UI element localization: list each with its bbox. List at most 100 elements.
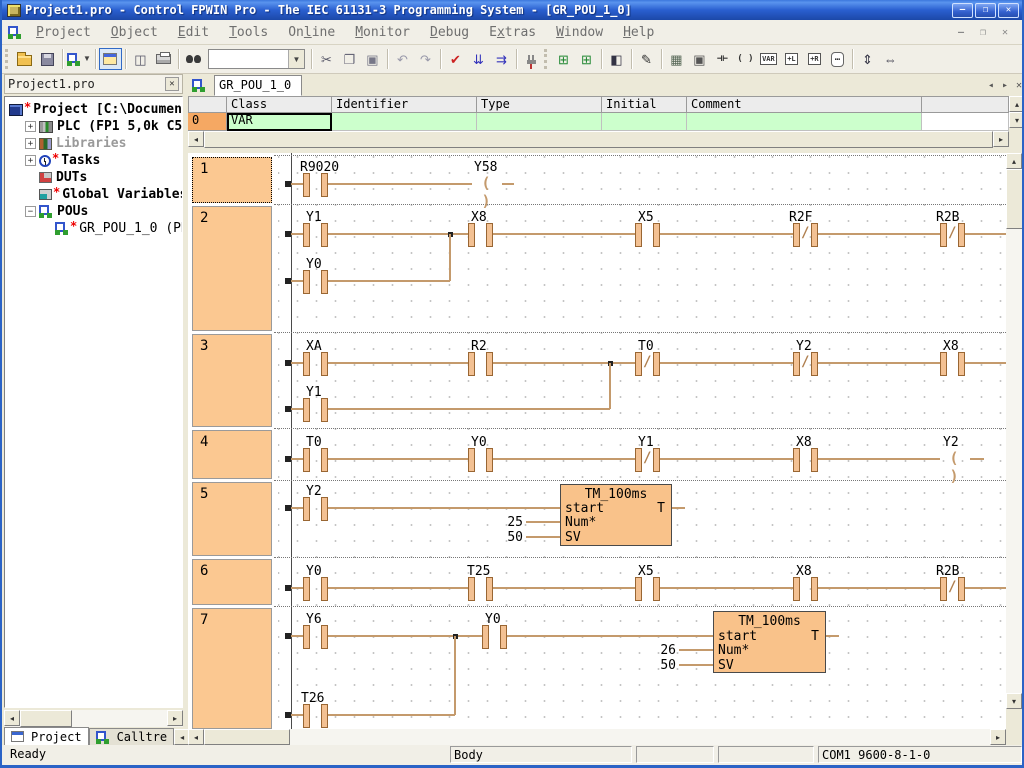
project-panel-close-button[interactable]: ✕	[165, 77, 179, 91]
ladder-hscrollbar[interactable]: ◂ ▸	[188, 729, 1006, 745]
contact[interactable]	[635, 577, 660, 599]
network-block-button[interactable]: ◧	[605, 48, 628, 70]
grid-cell-identifier[interactable]	[332, 113, 477, 131]
save-project-button[interactable]	[36, 48, 59, 70]
contact[interactable]	[303, 448, 328, 470]
contact[interactable]	[303, 497, 328, 519]
doc-next-button[interactable]: ▸	[1002, 80, 1008, 91]
contact[interactable]	[303, 223, 328, 245]
combo-dropdown-icon[interactable]: ▼	[288, 50, 304, 68]
grid-cell-comment[interactable]	[687, 113, 922, 131]
menu-tools[interactable]: Tools	[219, 22, 278, 43]
input-value[interactable]: 26	[644, 643, 676, 658]
tree-item-plc-fp1-5-0k-c56[interactable]: +PLC (FP1 5,0k C56,	[5, 118, 182, 135]
dropdown-caret-icon[interactable]: ▼	[83, 55, 91, 63]
scroll-up-button[interactable]: ▴	[1006, 153, 1022, 169]
scroll-left-button[interactable]: ◂	[188, 131, 204, 147]
menu-help[interactable]: Help	[613, 22, 664, 43]
print-button[interactable]	[152, 48, 175, 70]
ladder-vscrollbar[interactable]: ▴ ▾	[1006, 153, 1024, 729]
expand-toggle[interactable]: −	[25, 206, 36, 217]
contact[interactable]	[940, 352, 965, 374]
vertical-space-button[interactable]: ⇕	[856, 48, 879, 70]
scroll-thumb[interactable]	[1006, 169, 1024, 229]
scroll-thumb[interactable]	[204, 131, 993, 148]
tree-item-pous[interactable]: −POUs	[5, 203, 182, 220]
expand-toggle[interactable]: +	[25, 121, 36, 132]
print-preview-button[interactable]: ◫	[129, 48, 152, 70]
coil[interactable]: ( )	[472, 174, 502, 194]
contact[interactable]	[635, 223, 660, 245]
find-combobox[interactable]: ▼	[208, 49, 305, 69]
contact[interactable]	[793, 577, 818, 599]
grid-cell-type[interactable]	[477, 113, 602, 131]
child-restore-button[interactable]: ❐	[976, 27, 990, 38]
operand-label[interactable]: Y2	[943, 435, 959, 450]
rung-4-header[interactable]: 4	[192, 430, 272, 479]
insert-contact-button[interactable]: ⊣⊢	[711, 48, 734, 70]
input-value[interactable]: 50	[644, 658, 676, 673]
contact[interactable]	[303, 173, 328, 195]
grid-cell-initial[interactable]	[602, 113, 687, 131]
grid-cell-class[interactable]: VAR	[227, 113, 332, 131]
minimize-button[interactable]: —	[952, 3, 973, 18]
horizontal-space-button[interactable]: ⇔	[879, 48, 902, 70]
rung-3-header[interactable]: 3	[192, 334, 272, 427]
negated-contact[interactable]: /	[793, 223, 818, 245]
edit-mode-button[interactable]: ✎	[635, 48, 658, 70]
tree-item-global-variables[interactable]: *Global Variables	[5, 186, 182, 203]
contact[interactable]	[468, 448, 493, 470]
insert-network-after-button[interactable]: ⊞	[575, 48, 598, 70]
function-block-button[interactable]: ▣	[688, 48, 711, 70]
menu-object[interactable]: Object	[101, 22, 168, 43]
online-mode-button[interactable]	[520, 48, 543, 70]
menu-extras[interactable]: Extras	[479, 22, 546, 43]
close-button[interactable]: ✕	[998, 3, 1019, 18]
tree-item-project-c-documents[interactable]: *Project [C:\Documents	[5, 101, 182, 118]
tree-item-libraries[interactable]: +Libraries	[5, 135, 182, 152]
menu-project[interactable]: Project	[26, 22, 101, 43]
menu-online[interactable]: Online	[278, 22, 345, 43]
contact[interactable]	[482, 625, 507, 647]
scroll-left-button[interactable]: ◂	[4, 710, 20, 726]
negated-contact[interactable]: /	[940, 223, 965, 245]
menu-window[interactable]: Window	[546, 22, 613, 43]
insert-coil-button[interactable]: ( )	[734, 48, 757, 70]
contact[interactable]	[793, 448, 818, 470]
child-close-button[interactable]: ✕	[998, 27, 1012, 38]
scroll-down-button[interactable]: ▾	[1009, 112, 1024, 128]
scroll-left-button[interactable]: ◂	[188, 729, 204, 745]
redo-button[interactable]: ↷	[414, 48, 437, 70]
input-left-button[interactable]: +L	[780, 48, 803, 70]
contact[interactable]	[303, 577, 328, 599]
grid-hscrollbar[interactable]: ◂▸	[188, 131, 1009, 148]
undo-button[interactable]: ↶	[391, 48, 414, 70]
check-pou-button[interactable]: ✔	[444, 48, 467, 70]
expand-toggle[interactable]: +	[25, 155, 36, 166]
contact[interactable]	[303, 270, 328, 292]
tab-gr-pou-1-0[interactable]: GR_POU_1_0	[214, 75, 302, 96]
compile-all-button[interactable]: ⇉	[490, 48, 513, 70]
variable-grid-button[interactable]: ▦	[665, 48, 688, 70]
cut-button[interactable]: ✂	[315, 48, 338, 70]
scroll-right-button[interactable]: ▸	[990, 729, 1006, 745]
grid-vscrollbar[interactable]: ▴▾	[1009, 96, 1024, 131]
output-right-button[interactable]: +R	[803, 48, 826, 70]
insert-variable-button[interactable]: VAR	[757, 48, 780, 70]
contact[interactable]	[468, 577, 493, 599]
scroll-right-button[interactable]: ▸	[993, 131, 1009, 147]
find-button[interactable]	[182, 48, 205, 70]
show-pou-window-button[interactable]	[99, 48, 122, 70]
menu-edit[interactable]: Edit	[168, 22, 219, 43]
rung-2-header[interactable]: 2	[192, 206, 272, 331]
contact[interactable]	[303, 625, 328, 647]
insert-network-before-button[interactable]: ⊞	[552, 48, 575, 70]
contact[interactable]	[303, 704, 328, 726]
function-block-tm_100ms[interactable]: TM_100msstartNum*SVT	[713, 611, 826, 673]
comment-button[interactable]: …	[826, 48, 849, 70]
copy-button[interactable]: ❐	[338, 48, 361, 70]
child-minimize-button[interactable]: —	[954, 27, 968, 38]
tree-item-tasks[interactable]: +*Tasks	[5, 152, 182, 169]
tree-item-duts[interactable]: DUTs	[5, 169, 182, 186]
contact[interactable]	[468, 352, 493, 374]
